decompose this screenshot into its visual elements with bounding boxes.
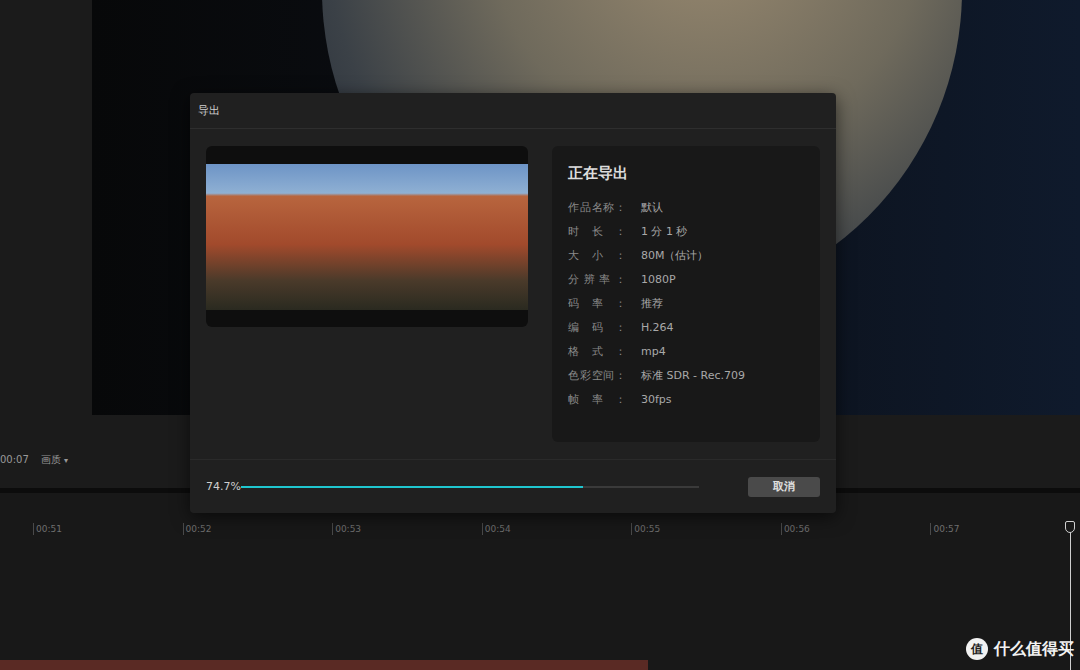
watermark-logo-icon: 值 bbox=[966, 638, 988, 660]
video-clip[interactable] bbox=[0, 660, 648, 670]
export-status: 正在导出 bbox=[568, 164, 804, 183]
info-row: 码率： 推荐 bbox=[568, 291, 804, 315]
progress-bar bbox=[241, 486, 699, 488]
info-value: mp4 bbox=[641, 345, 666, 358]
export-dialog: 导出正在导出作品名称： 默认时长： 1 分 1 秒大小： 80M（估计） 分辨率： 108… bbox=[190, 93, 836, 513]
info-value: H.264 bbox=[641, 321, 674, 334]
info-row: 作品名称： 默认 bbox=[568, 195, 804, 219]
export-info-panel: 正在导出作品名称： 默认时长： 1 分 1 秒大小： 80M（估计） 分辨率： 1080P… bbox=[552, 146, 820, 442]
info-row: 格式： mp4 bbox=[568, 339, 804, 363]
info-value: 80M（估计） bbox=[641, 248, 709, 263]
watermark: 值什么值得买 bbox=[966, 638, 1074, 660]
dialog-footer: 74.7% 取消 bbox=[190, 460, 836, 513]
ruler-tick: 00:57 bbox=[930, 523, 1080, 535]
info-label: 码率： bbox=[568, 296, 626, 311]
playhead-handle-icon[interactable] bbox=[1065, 521, 1075, 533]
thumbnail-image bbox=[206, 164, 528, 310]
info-label: 作品名称： bbox=[568, 200, 626, 215]
left-panel bbox=[0, 0, 92, 415]
info-value: 1080P bbox=[641, 273, 676, 286]
ruler-tick: 00:51 bbox=[33, 523, 183, 535]
info-label: 格式： bbox=[568, 344, 626, 359]
dialog-header: 导出 bbox=[190, 93, 836, 129]
info-row: 分辨率： 1080P bbox=[568, 267, 804, 291]
info-label: 编码： bbox=[568, 320, 626, 335]
info-label: 大小： bbox=[568, 248, 626, 263]
export-thumbnail bbox=[206, 146, 528, 327]
info-value: 标准 SDR - Rec.709 bbox=[641, 368, 745, 383]
info-label: 时长： bbox=[568, 224, 626, 239]
info-label: 分辨率： bbox=[568, 272, 626, 287]
progress-fill bbox=[241, 486, 583, 488]
progress-text: 74.7% bbox=[206, 480, 241, 493]
ruler-tick: 00:53 bbox=[332, 523, 482, 535]
dropdown-arrow-icon: ▾ bbox=[64, 456, 68, 465]
timecode: 00:07 bbox=[0, 454, 29, 465]
cancel-button[interactable]: 取消 bbox=[748, 477, 820, 497]
ruler-tick: 00:54 bbox=[482, 523, 632, 535]
info-row: 编码： H.264 bbox=[568, 315, 804, 339]
dialog-title: 导出 bbox=[198, 103, 220, 118]
info-row: 色彩空间： 标准 SDR - Rec.709 bbox=[568, 363, 804, 387]
quality-menu[interactable]: 画质 ▾ bbox=[41, 453, 68, 467]
info-row: 帧率： 30fps bbox=[568, 387, 804, 411]
editor-window: 00:07 画质 ▾ 00:5100:5200:5300:5400:5500:560… bbox=[0, 0, 1080, 670]
tracks bbox=[0, 539, 1080, 670]
info-label: 帧率： bbox=[568, 392, 626, 407]
timeline[interactable]: 00:5100:5200:5300:5400:5500:5600:57 bbox=[0, 493, 1080, 670]
ruler-tick: 00:56 bbox=[781, 523, 931, 535]
info-value: 推荐 bbox=[641, 296, 663, 311]
info-row: 大小： 80M（估计） bbox=[568, 243, 804, 267]
info-value: 1 分 1 秒 bbox=[641, 224, 688, 239]
info-row: 时长： 1 分 1 秒 bbox=[568, 219, 804, 243]
ruler-tick: 00:55 bbox=[631, 523, 781, 535]
info-label: 色彩空间： bbox=[568, 368, 626, 383]
watermark-text: 什么值得买 bbox=[994, 639, 1074, 660]
info-value: 默认 bbox=[641, 200, 663, 215]
dialog-body: 正在导出作品名称： 默认时长： 1 分 1 秒大小： 80M（估计） 分辨率： 1080P… bbox=[190, 129, 836, 460]
info-value: 30fps bbox=[641, 393, 672, 406]
ruler-tick: 00:52 bbox=[183, 523, 333, 535]
